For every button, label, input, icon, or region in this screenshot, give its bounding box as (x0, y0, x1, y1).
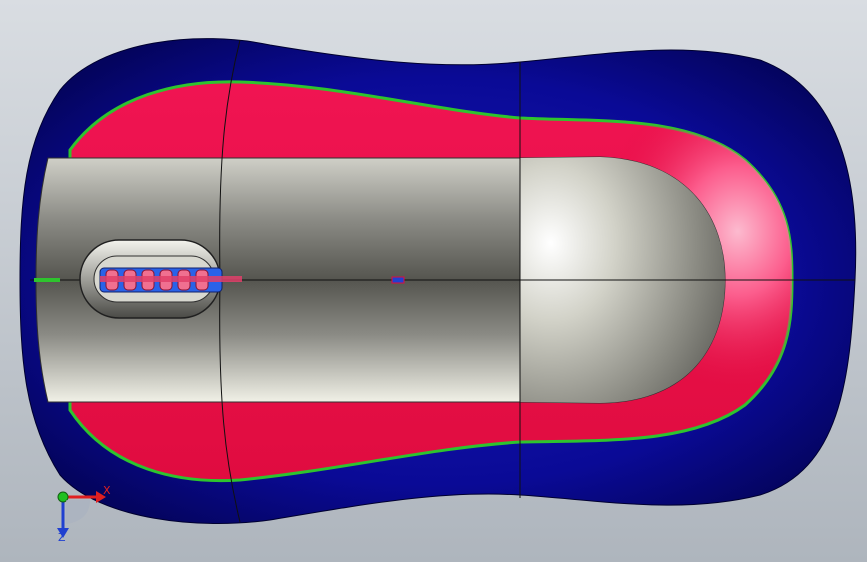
x-axis-label: X (103, 484, 111, 497)
z-axis-label: Z (58, 531, 66, 544)
seam-marker-right (391, 276, 405, 284)
model-scene[interactable]: X Z (0, 0, 867, 562)
graphics-viewport[interactable]: X Z (0, 0, 867, 562)
scroll-wheel-core (100, 276, 242, 282)
seam-marker-left (34, 278, 60, 282)
